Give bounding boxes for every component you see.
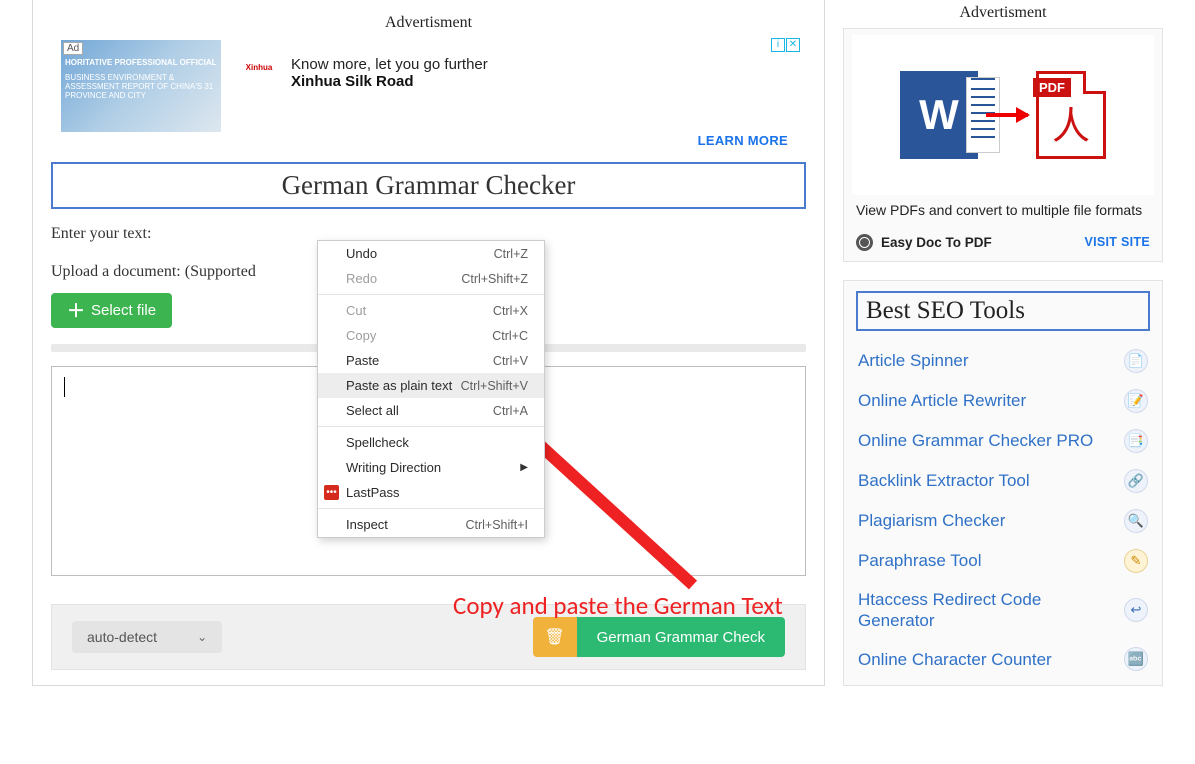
context-menu-separator	[318, 508, 544, 509]
context-menu-label: Paste as plain text	[346, 378, 452, 393]
context-menu-label: Writing Direction	[346, 460, 441, 475]
context-menu-shortcut: Ctrl+A	[493, 404, 528, 418]
sidebar: Advertisment i ✕ Ad W PDF 人 View PDFs an…	[843, 0, 1163, 686]
context-menu-label: Select all	[346, 403, 399, 418]
context-menu-label: Inspect	[346, 517, 388, 532]
tool-icon: 📄	[1124, 349, 1148, 373]
context-menu-shortcut: Ctrl+C	[492, 329, 528, 343]
grammar-check-button[interactable]: German Grammar Check	[577, 617, 785, 657]
context-menu-item-lastpass[interactable]: ••• LastPass	[318, 480, 544, 505]
ad-badge: Ad	[63, 42, 83, 55]
side-ad-brand: Easy Doc To PDF	[881, 235, 992, 250]
context-menu-shortcut: Ctrl+Shift+Z	[461, 272, 528, 286]
select-file-label: Select file	[91, 302, 156, 319]
side-ad-image: W PDF 人	[852, 35, 1154, 195]
context-menu-label: Copy	[346, 328, 376, 343]
adchoices-icons[interactable]: i ✕	[771, 38, 800, 52]
submenu-arrow-icon: ▶	[520, 462, 528, 473]
context-menu-shortcut: Ctrl+Z	[494, 247, 528, 261]
context-menu[interactable]: UndoCtrl+ZRedoCtrl+Shift+ZCutCtrl+XCopyC…	[317, 240, 545, 538]
tool-link[interactable]: Online Article Rewriter	[858, 390, 1026, 411]
ad-headline: Know more, let you go further	[291, 56, 488, 73]
trash-icon: 🗑	[544, 627, 564, 647]
annotation-text: Copy and paste the German Text	[453, 590, 783, 621]
context-menu-item-undo[interactable]: Undo Ctrl+Z	[318, 241, 544, 266]
tool-link[interactable]: Article Spinner	[858, 350, 969, 371]
tool-icon: 🔍	[1124, 509, 1148, 533]
ad-subhead: Xinhua Silk Road	[291, 73, 488, 90]
tool-icon: ✎	[1124, 549, 1148, 573]
select-file-button[interactable]: ＋ Select file	[51, 293, 172, 328]
arrow-right-icon	[986, 113, 1028, 117]
word-icon: W	[900, 71, 978, 159]
ad-label-main: Advertisment	[33, 14, 824, 32]
side-ad-desc: View PDFs and convert to multiple file f…	[852, 195, 1154, 230]
tool-icon: 🔤	[1124, 647, 1148, 671]
tool-item: Plagiarism Checker 🔍	[856, 501, 1150, 541]
globe-icon	[856, 234, 873, 251]
tool-item: Article Spinner 📄	[856, 341, 1150, 381]
language-value: auto-detect	[87, 629, 157, 645]
context-menu-label: Cut	[346, 303, 366, 318]
tool-link[interactable]: Online Grammar Checker PRO	[858, 430, 1093, 451]
context-menu-separator	[318, 426, 544, 427]
tool-icon: ↩	[1124, 598, 1148, 622]
tool-icon: 📝	[1124, 389, 1148, 413]
page-title: German Grammar Checker	[51, 162, 806, 209]
ad-info-icon[interactable]: i	[771, 38, 785, 52]
tool-item: Paraphrase Tool ✎	[856, 541, 1150, 581]
tool-item: Htaccess Redirect Code Generator ↩	[856, 581, 1150, 640]
main-ad-banner[interactable]: i ✕ Ad HORITATIVE PROFESSIONAL OFFICIAL …	[53, 38, 804, 148]
context-menu-label: Undo	[346, 246, 377, 261]
context-menu-shortcut: Ctrl+V	[493, 354, 528, 368]
ad-overlay-1: HORITATIVE PROFESSIONAL OFFICIAL	[65, 58, 217, 67]
chevron-down-icon: ⌄	[197, 630, 207, 644]
clear-button[interactable]: 🗑	[533, 617, 577, 657]
context-menu-item-cut: Cut Ctrl+X	[318, 298, 544, 323]
context-menu-item-paste-as-plain-text[interactable]: Paste as plain text Ctrl+Shift+V	[318, 373, 544, 398]
text-caret	[64, 377, 65, 397]
sidebar-ad[interactable]: i ✕ Ad W PDF 人 View PDFs and convert to …	[843, 28, 1163, 262]
main-column: Advertisment i ✕ Ad HORITATIVE PROFESSIO…	[32, 0, 825, 686]
tool-link[interactable]: Htaccess Redirect Code Generator	[858, 589, 1114, 632]
ad-brand-logo: Xinhua	[237, 56, 281, 78]
ad-close-icon[interactable]: ✕	[786, 38, 800, 52]
pdf-icon: PDF 人	[1036, 71, 1106, 159]
context-menu-item-spellcheck[interactable]: Spellcheck	[318, 430, 544, 455]
context-menu-label: Redo	[346, 271, 377, 286]
tool-link[interactable]: Online Character Counter	[858, 649, 1052, 670]
tool-link[interactable]: Plagiarism Checker	[858, 510, 1005, 531]
seo-tools-box: Best SEO Tools Article Spinner 📄 Online Ar…	[843, 280, 1163, 687]
context-menu-item-paste[interactable]: Paste Ctrl+V	[318, 348, 544, 373]
ad-cta-link[interactable]: LEARN MORE	[698, 133, 788, 148]
lastpass-icon: •••	[324, 485, 339, 500]
language-select[interactable]: auto-detect ⌄	[72, 621, 222, 653]
context-menu-item-writing-direction[interactable]: Writing Direction ▶	[318, 455, 544, 480]
ad-image: Ad HORITATIVE PROFESSIONAL OFFICIAL BUSI…	[61, 40, 221, 132]
side-ad-cta[interactable]: VISIT SITE	[1084, 235, 1150, 249]
context-menu-item-copy: Copy Ctrl+C	[318, 323, 544, 348]
tool-item: Online Character Counter 🔤	[856, 639, 1150, 679]
context-menu-separator	[318, 294, 544, 295]
context-menu-label: LastPass	[346, 485, 399, 500]
tool-icon: 🔗	[1124, 469, 1148, 493]
context-menu-shortcut: Ctrl+Shift+I	[465, 518, 528, 532]
tool-link[interactable]: Backlink Extractor Tool	[858, 470, 1030, 491]
context-menu-item-inspect[interactable]: Inspect Ctrl+Shift+I	[318, 512, 544, 537]
context-menu-item-select-all[interactable]: Select all Ctrl+A	[318, 398, 544, 423]
tool-item: Online Grammar Checker PRO 📑	[856, 421, 1150, 461]
context-menu-label: Paste	[346, 353, 379, 368]
plus-icon: ＋	[67, 304, 85, 318]
context-menu-shortcut: Ctrl+Shift+V	[461, 379, 528, 393]
tool-item: Backlink Extractor Tool 🔗	[856, 461, 1150, 501]
ad-label-side: Advertisment	[843, 4, 1163, 22]
ad-overlay-2: BUSINESS ENVIRONMENT & ASSESSMENT REPORT…	[65, 73, 217, 100]
context-menu-shortcut: Ctrl+X	[493, 304, 528, 318]
context-menu-item-redo: Redo Ctrl+Shift+Z	[318, 266, 544, 291]
context-menu-label: Spellcheck	[346, 435, 409, 450]
tool-link[interactable]: Paraphrase Tool	[858, 550, 982, 571]
tool-item: Online Article Rewriter 📝	[856, 381, 1150, 421]
tool-icon: 📑	[1124, 429, 1148, 453]
tools-title: Best SEO Tools	[856, 291, 1150, 331]
